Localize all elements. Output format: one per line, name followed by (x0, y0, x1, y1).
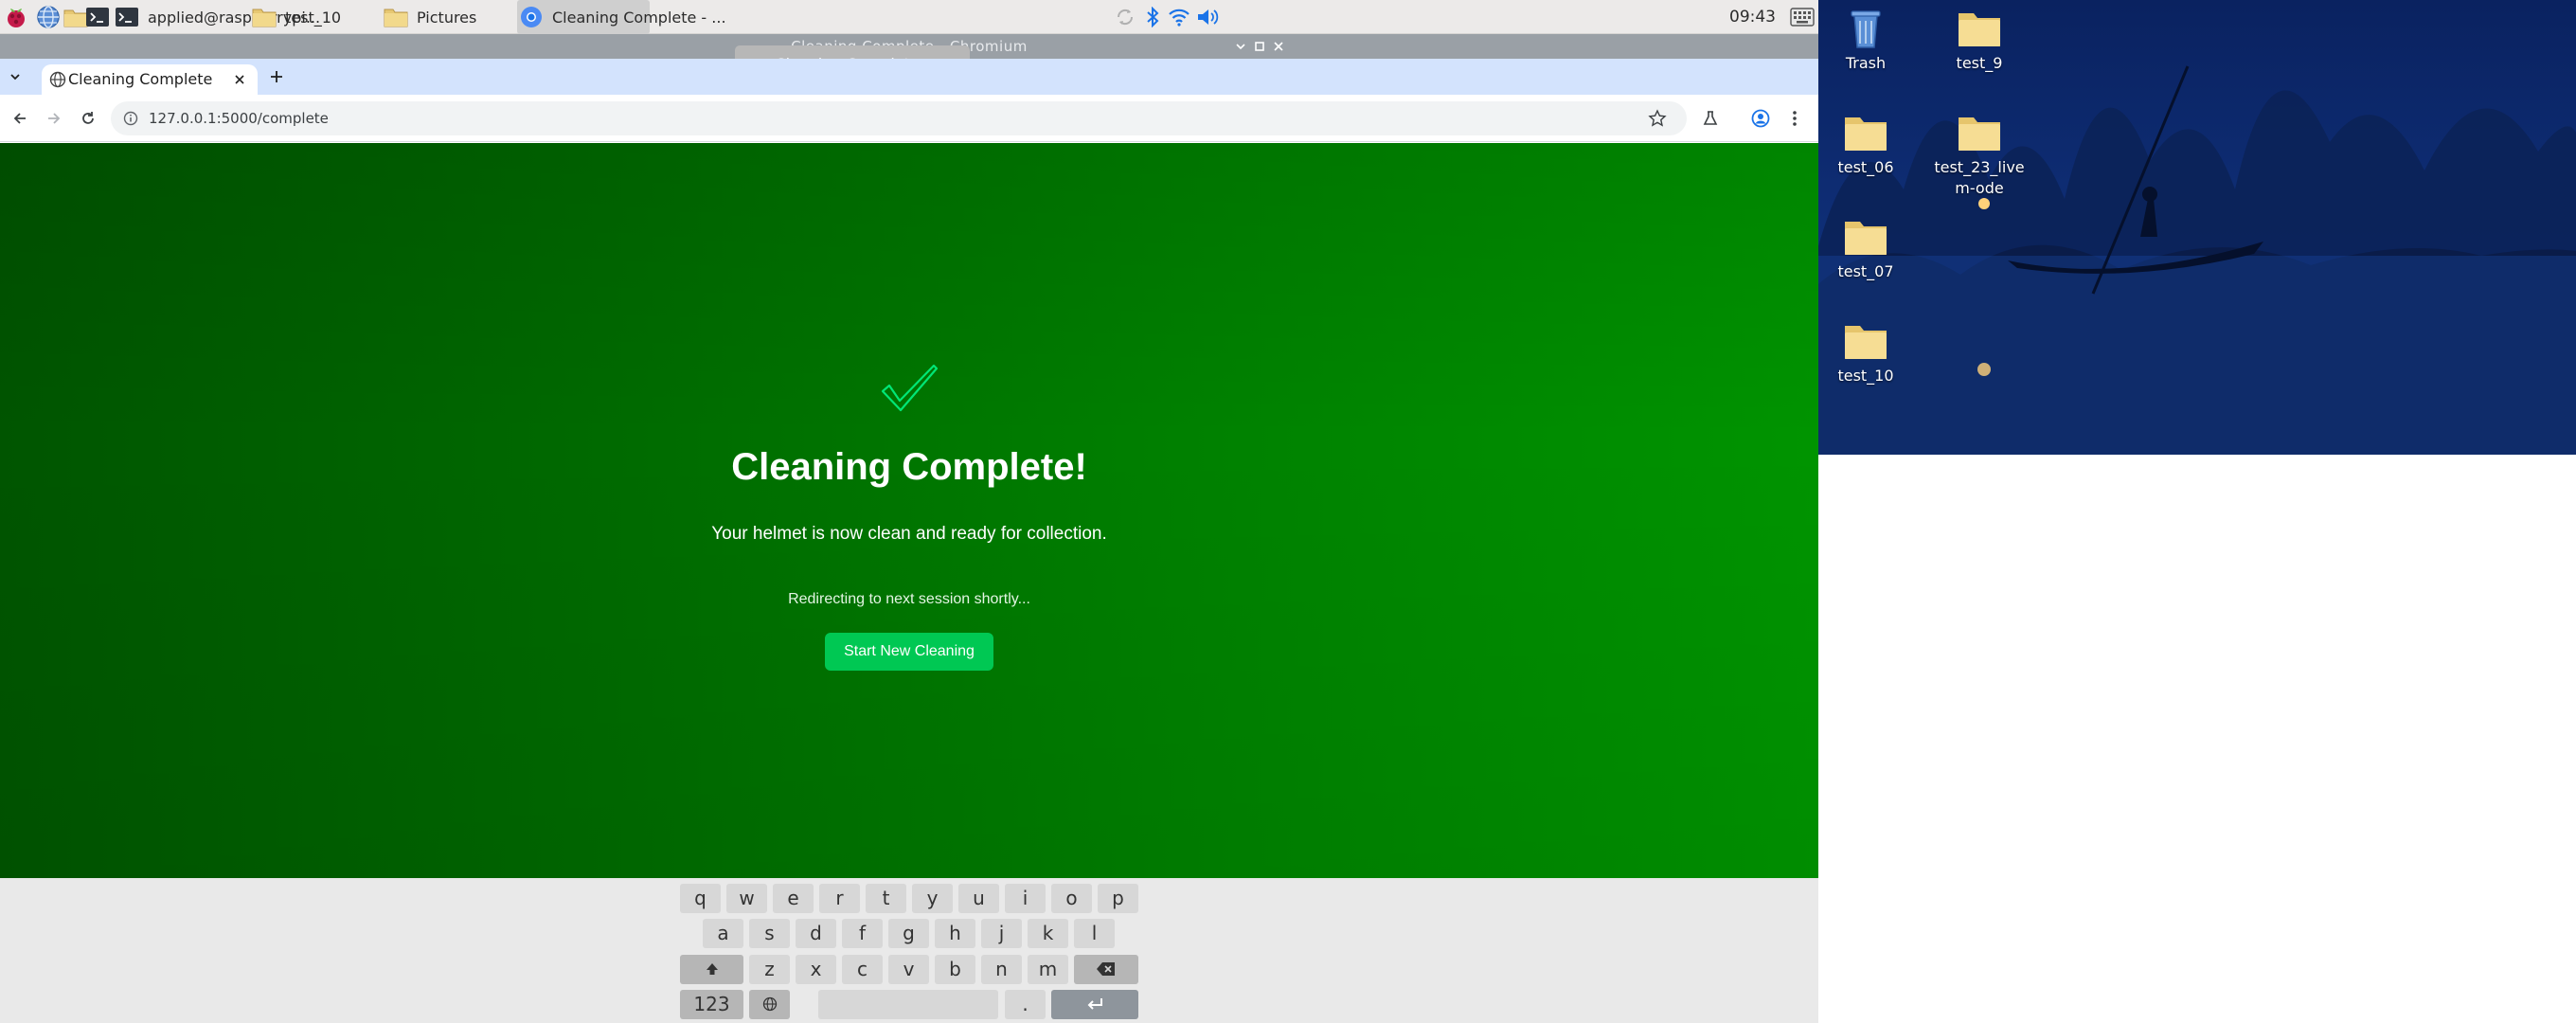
task-label: test_10 (285, 8, 342, 27)
completion-message: Your helmet is now clean and ready for c… (711, 524, 1107, 544)
tab-search-chevron-icon[interactable] (4, 65, 27, 88)
key-y[interactable]: y (912, 884, 953, 913)
terminal-icon (116, 8, 138, 27)
back-icon[interactable] (9, 107, 31, 130)
key-i[interactable]: i (1005, 884, 1046, 913)
desktop-icon-test_9[interactable]: test_9 (1932, 6, 2027, 74)
key-x[interactable]: x (796, 955, 836, 984)
task-folder-test10[interactable]: test_10 (252, 0, 341, 34)
key-l[interactable]: l (1074, 919, 1115, 948)
period-key[interactable]: . (1005, 990, 1046, 1019)
wifi-icon[interactable] (1167, 0, 1191, 34)
key-r[interactable]: r (819, 884, 860, 913)
taskbar: applied@raspberrypi... test_10 Pictures … (0, 0, 1818, 34)
tab-strip: Cleaning Complete (0, 59, 1818, 95)
desktop-icon-label: test_23_livem-ode (1934, 158, 2025, 197)
desktop-icon-test_06[interactable]: test_06 (1818, 110, 1913, 178)
key-u[interactable]: u (958, 884, 999, 913)
task-chromium[interactable]: Cleaning Complete - ... (517, 0, 726, 34)
browser-toolbar: 127.0.0.1:5000/complete (0, 95, 1818, 142)
background-shade (0, 143, 1818, 878)
key-q[interactable]: q (680, 884, 721, 913)
key-k[interactable]: k (1028, 919, 1068, 948)
terminal-icon[interactable] (84, 4, 111, 30)
key-e[interactable]: e (773, 884, 814, 913)
desktop-icon-trash[interactable]: Trash (1818, 6, 1913, 74)
keyboard-icon[interactable] (1789, 0, 1816, 34)
task-label: Cleaning Complete - ... (552, 8, 726, 27)
new-tab-icon[interactable] (265, 65, 288, 88)
tab-cleaning-complete[interactable]: Cleaning Complete (42, 64, 258, 95)
address-bar[interactable]: 127.0.0.1:5000/complete (111, 101, 1687, 135)
folder-icon (1959, 117, 2000, 151)
desktop-icon-test_23_livemode[interactable]: test_23_livem-ode (1932, 110, 2027, 199)
volume-icon[interactable] (1195, 0, 1220, 34)
key-f[interactable]: f (842, 919, 883, 948)
key-j[interactable]: j (981, 919, 1022, 948)
folder-icon (384, 9, 408, 27)
key-t[interactable]: t (866, 884, 906, 913)
globe-icon (49, 71, 66, 88)
globe-key-icon[interactable] (749, 990, 790, 1019)
key-d[interactable]: d (796, 919, 836, 948)
key-z[interactable]: z (749, 955, 790, 984)
task-folder-pictures[interactable]: Pictures (384, 0, 476, 34)
web-browser-icon[interactable] (35, 4, 62, 30)
trash-icon (1851, 10, 1881, 48)
key-m[interactable]: m (1028, 955, 1068, 984)
desktop-icon-test_10[interactable]: test_10 (1818, 318, 1913, 386)
desktop-icon-label: Trash (1845, 54, 1887, 72)
page-content: Cleaning Complete! Your helmet is now cl… (0, 143, 1818, 878)
close-tab-icon[interactable] (231, 71, 248, 88)
raspberry-menu-icon[interactable] (3, 4, 29, 30)
sync-icon[interactable] (1113, 0, 1137, 34)
key-p[interactable]: p (1098, 884, 1138, 913)
menu-kebab-icon[interactable] (1783, 107, 1806, 130)
bookmark-star-icon[interactable] (1648, 109, 1667, 128)
chromium-icon (521, 7, 542, 27)
desktop-icon-label: test_06 (1837, 158, 1894, 176)
enter-key-icon[interactable] (1051, 990, 1138, 1019)
tab-title: Cleaning Complete (68, 70, 213, 88)
folder-icon (252, 9, 277, 27)
key-g[interactable]: g (888, 919, 929, 948)
numbers-key[interactable]: 123 (680, 990, 743, 1019)
task-label: Pictures (417, 8, 477, 27)
key-n[interactable]: n (981, 955, 1022, 984)
folder-icon (1959, 13, 2000, 46)
key-c[interactable]: c (842, 955, 883, 984)
page-title: Cleaning Complete! (731, 446, 1087, 488)
key-o[interactable]: o (1051, 884, 1092, 913)
forward-icon[interactable] (43, 107, 65, 130)
clock[interactable]: 09:43 (1729, 0, 1776, 34)
backspace-key-icon[interactable] (1074, 955, 1138, 984)
profile-icon[interactable] (1749, 107, 1772, 130)
key-v[interactable]: v (888, 955, 929, 984)
space-key[interactable] (818, 990, 998, 1019)
site-info-icon[interactable] (123, 111, 138, 126)
close-icon[interactable] (1267, 34, 1290, 59)
folder-icon (1845, 117, 1887, 151)
reload-icon[interactable] (77, 107, 99, 130)
bluetooth-icon[interactable] (1143, 0, 1162, 34)
desktop-icon-test_07[interactable]: test_07 (1818, 214, 1913, 282)
key-b[interactable]: b (935, 955, 975, 984)
desktop-icon-label: test_9 (1956, 54, 2003, 72)
desktop-icon-label: test_07 (1837, 262, 1894, 280)
key-a[interactable]: a (703, 919, 743, 948)
redirect-notice: Redirecting to next session shortly... (788, 591, 1030, 607)
checkmark-icon (880, 363, 939, 414)
key-w[interactable]: w (726, 884, 767, 913)
onscreen-keyboard: q w e r t y u i o p a s d f g h j k l z … (0, 878, 1818, 1023)
desktop[interactable]: Trash test_9 test_06 test_23_livem-ode t… (1818, 0, 2576, 455)
labs-flask-icon[interactable] (1699, 107, 1722, 130)
folder-icon (1845, 326, 1887, 359)
key-s[interactable]: s (749, 919, 790, 948)
folder-icon (1845, 222, 1887, 255)
desktop-icon-label: test_10 (1837, 367, 1894, 385)
shift-key-icon[interactable] (680, 955, 743, 984)
url-text[interactable]: 127.0.0.1:5000/complete (149, 101, 329, 135)
key-h[interactable]: h (935, 919, 975, 948)
start-new-cleaning-button[interactable]: Start New Cleaning (825, 633, 993, 671)
